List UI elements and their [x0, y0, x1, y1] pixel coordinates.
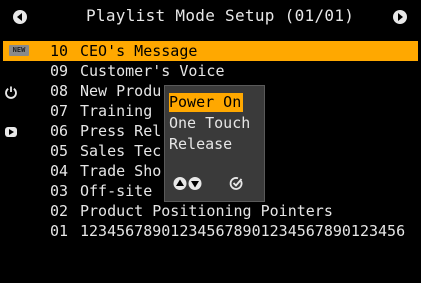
- item-label: Sales Tec: [80, 142, 162, 160]
- item-number: 10: [50, 42, 69, 60]
- item-label: 123456789012345678901234567890123456: [80, 222, 406, 240]
- item-label: Product Positioning Pointers: [80, 202, 333, 220]
- circle-left-icon[interactable]: [12, 9, 28, 25]
- header-bar: Playlist Mode Setup (01/01): [0, 0, 421, 36]
- item-number: 01: [50, 222, 69, 240]
- playlist-item-02[interactable]: 02 Product Positioning Pointers: [0, 201, 421, 221]
- confirm-icon[interactable]: [229, 176, 244, 191]
- item-number: 05: [50, 142, 69, 160]
- playlist-item-09[interactable]: 09 Customer's Voice: [0, 61, 421, 81]
- item-label: CEO's Message: [80, 42, 198, 60]
- item-number: 04: [50, 162, 69, 180]
- item-number: 02: [50, 202, 69, 220]
- item-label: Off-site: [80, 182, 153, 200]
- item-number: 08: [50, 82, 69, 100]
- power-icon: [4, 84, 18, 99]
- item-label: Customer's Voice: [80, 62, 225, 80]
- item-label: Trade Sho: [80, 162, 162, 180]
- item-label: Press Rel: [80, 122, 162, 140]
- item-number: 06: [50, 122, 69, 140]
- item-label: Training: [80, 102, 153, 120]
- page-title: Playlist Mode Setup (01/01): [86, 6, 355, 25]
- option-power-on[interactable]: Power On: [169, 93, 244, 112]
- item-number: 03: [50, 182, 69, 200]
- new-badge-icon: NEW: [9, 45, 29, 56]
- option-one-touch[interactable]: One Touch: [169, 114, 250, 133]
- playlist-item-01[interactable]: 01 123456789012345678901234567890123456: [0, 221, 421, 241]
- play-icon: [4, 124, 18, 138]
- item-number: 09: [50, 62, 69, 80]
- playlist-item-10[interactable]: NEW 10 CEO's Message: [3, 41, 418, 61]
- up-down-arrows-icon[interactable]: [173, 176, 203, 191]
- playback-mode-popup: Power On One Touch Release: [164, 85, 265, 202]
- circle-right-icon[interactable]: [392, 9, 408, 25]
- playlist-setup-screen: Playlist Mode Setup (01/01) NEW 10 CEO's…: [0, 0, 421, 283]
- item-label: New Produ: [80, 82, 162, 100]
- item-number: 07: [50, 102, 69, 120]
- option-release[interactable]: Release: [169, 135, 232, 154]
